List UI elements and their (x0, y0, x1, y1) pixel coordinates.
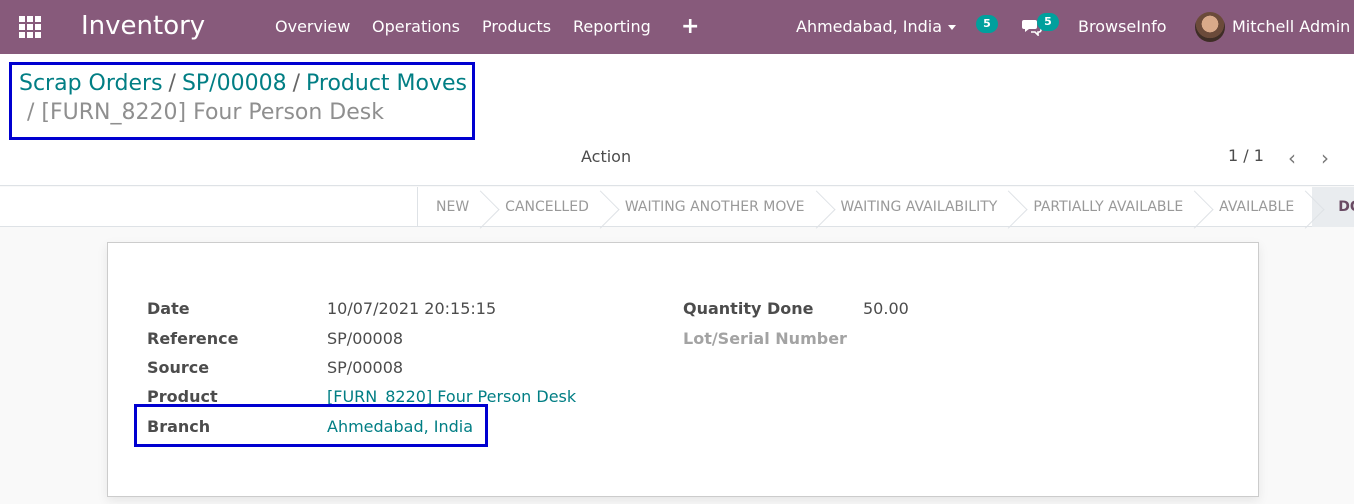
branch-label: Branch (147, 417, 211, 436)
pager-value[interactable]: 1 / 1 (1228, 146, 1264, 165)
menu-reporting[interactable]: Reporting (573, 17, 651, 36)
breadcrumb-sp-00008[interactable]: SP/00008 (182, 71, 287, 96)
stage-available[interactable]: AVAILABLE (1201, 187, 1312, 227)
breadcrumb-separator: / (27, 100, 35, 125)
date-label: Date (147, 299, 190, 318)
branch-link[interactable]: Ahmedabad, India (327, 417, 473, 436)
reference-label: Reference (147, 329, 239, 348)
message-badge[interactable]: 5 (1037, 13, 1059, 31)
menu-operations[interactable]: Operations (372, 17, 460, 36)
breadcrumb-product-moves[interactable]: Product Moves (306, 71, 467, 96)
avatar[interactable] (1195, 12, 1225, 42)
lot-serial-label: Lot/Serial Number (683, 329, 847, 348)
action-dropdown-button[interactable]: Action (581, 147, 631, 166)
breadcrumb-separator: / (168, 71, 176, 96)
plus-icon[interactable]: + (681, 14, 699, 39)
breadcrumb: Scrap Orders / SP/00008/Product Moves (19, 68, 479, 100)
stage-cancelled[interactable]: CANCELLED (487, 187, 607, 227)
source-value: SP/00008 (327, 358, 404, 377)
apps-grid-icon[interactable] (19, 16, 41, 38)
quantity-done-label: Quantity Done (683, 299, 814, 318)
stage-partially-available[interactable]: PARTIALLY AVAILABLE (1015, 187, 1201, 227)
form-sheet: Date 10/07/2021 20:15:15 Reference SP/00… (107, 242, 1259, 497)
breadcrumb-separator: / (292, 71, 301, 96)
menu-products[interactable]: Products (482, 17, 551, 36)
pager-previous-icon[interactable]: ‹ (1288, 146, 1296, 170)
control-panel: Scrap Orders / SP/00008/Product Moves / [F… (0, 54, 1354, 186)
source-label: Source (147, 358, 210, 377)
caret-down-icon (948, 25, 957, 30)
product-label: Product (147, 387, 218, 406)
product-link[interactable]: [FURN_8220] Four Person Desk (327, 387, 576, 406)
branch-switcher[interactable]: Ahmedabad, India (796, 17, 957, 36)
reference-value: SP/00008 (327, 329, 404, 348)
breadcrumb-current: [FURN_8220] Four Person Desk (41, 100, 384, 125)
breadcrumb-scrap-orders[interactable]: Scrap Orders (19, 71, 163, 96)
app-title[interactable]: Inventory (81, 11, 205, 41)
breadcrumb-current-line: / [FURN_8220] Four Person Desk (27, 100, 384, 125)
menu-overview[interactable]: Overview (275, 17, 350, 36)
company-switcher[interactable]: BrowseInfo (1078, 17, 1167, 36)
quantity-done-value: 50.00 (863, 299, 909, 318)
activity-badge[interactable]: 5 (976, 15, 998, 33)
stage-waiting-another-move[interactable]: WAITING ANOTHER MOVE (607, 187, 823, 227)
pager-next-icon[interactable]: › (1321, 146, 1329, 170)
date-value: 10/07/2021 20:15:15 (327, 299, 497, 318)
user-menu[interactable]: Mitchell Admin (1232, 17, 1350, 36)
status-bar: NEW CANCELLED WAITING ANOTHER MOVE WAITI… (0, 187, 1354, 227)
stage-waiting-availability[interactable]: WAITING AVAILABILITY (823, 187, 1016, 227)
top-navbar: Inventory Overview Operations Products R… (0, 0, 1354, 54)
stage-new[interactable]: NEW (418, 187, 487, 227)
branch-switcher-label: Ahmedabad, India (796, 17, 943, 36)
status-stages: NEW CANCELLED WAITING ANOTHER MOVE WAITI… (417, 187, 1354, 227)
